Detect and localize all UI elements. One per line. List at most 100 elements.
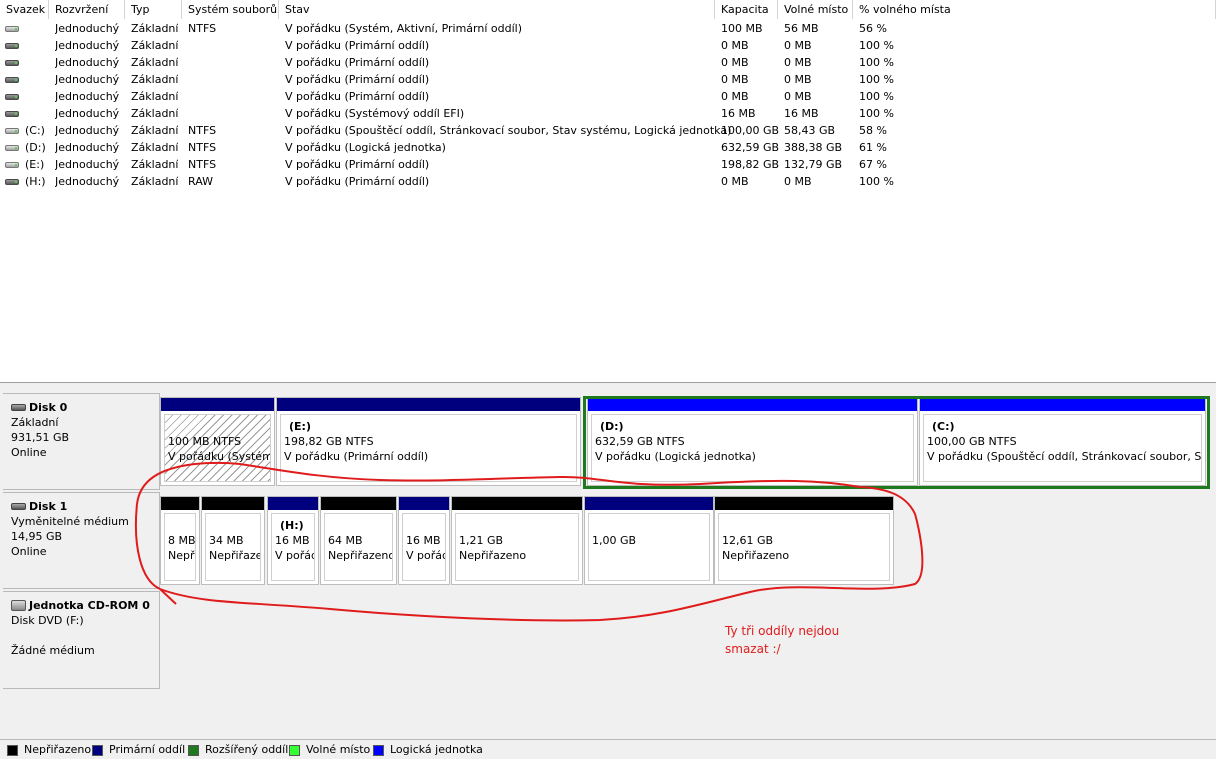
- drive-icon: [5, 60, 19, 66]
- volume-layout: Jednoduchý: [55, 175, 120, 188]
- partition-color-bar: [277, 398, 580, 411]
- partition-color-bar: [268, 497, 318, 510]
- partition-body: 16 MB V pořádku: [402, 513, 446, 581]
- column-header-volume[interactable]: Svazek: [0, 0, 49, 19]
- legend-label: Volné místo: [306, 743, 371, 756]
- partition-color-bar: [715, 497, 893, 510]
- disk-0-label[interactable]: Disk 0 Základní 931,51 GB Online: [3, 393, 160, 490]
- volume-status: V pořádku (Primární oddíl): [285, 73, 430, 86]
- disk-1-label[interactable]: Disk 1 Vyměnitelné médium 14,95 GB Onlin…: [3, 492, 160, 589]
- volume-free: 58,43 GB: [784, 124, 836, 137]
- partition-block[interactable]: 8 MB Nepřiřazeno: [160, 496, 200, 585]
- partition-name: (C:): [932, 420, 955, 433]
- partition-name: [406, 518, 445, 533]
- column-header-filesystem[interactable]: Systém souborů: [182, 0, 279, 19]
- disk-view: Disk 0 Základní 931,51 GB Online 100 MB …: [0, 384, 1216, 739]
- volume-row[interactable]: Jednoduchý Základní V pořádku (Primární od…: [0, 88, 960, 105]
- column-header-free[interactable]: Volné místo: [778, 0, 853, 19]
- partition-color-bar: [321, 497, 396, 510]
- partition-size: 100,00 GB NTFS: [927, 435, 1017, 448]
- column-header-type[interactable]: Typ: [125, 0, 182, 19]
- partition-size: 198,82 GB NTFS: [284, 435, 374, 448]
- partition-name: (D:): [600, 420, 624, 433]
- volume-free-percent: 100 %: [859, 56, 894, 69]
- volume-status: V pořádku (Logická jednotka): [285, 141, 446, 154]
- legend-item: Primární oddíl: [92, 743, 185, 757]
- partition-block[interactable]: 16 MB V pořádku: [398, 496, 450, 585]
- partition-block[interactable]: (H:) 16 MB V pořádku: [267, 496, 319, 585]
- partition-block[interactable]: 1,00 GB: [584, 496, 714, 585]
- volume-free: 0 MB: [784, 56, 812, 69]
- volume-status: V pořádku (Primární oddíl): [285, 90, 430, 103]
- volume-row[interactable]: Jednoduchý Základní NTFS V pořádku (Systém,…: [0, 20, 960, 37]
- volume-row[interactable]: (C:) Jednoduchý Základní NTFS V pořádku (Spo…: [0, 122, 960, 139]
- volume-row[interactable]: Jednoduchý Základní V pořádku (Primární od…: [0, 37, 960, 54]
- drive-icon: [5, 77, 19, 83]
- volume-filesystem: RAW: [188, 175, 213, 188]
- volume-capacity: 632,59 GB: [721, 141, 780, 154]
- volume-row[interactable]: (H:) Jednoduchý Základní RAW V pořádku (Prim…: [0, 173, 960, 190]
- partition-block[interactable]: (C:) 100,00 GB NTFS V pořádku (Spouštěcí o…: [919, 397, 1206, 486]
- volume-type: Základní: [131, 73, 179, 86]
- volume-free-percent: 100 %: [859, 175, 894, 188]
- volume-status: V pořádku (Primární oddíl): [285, 39, 430, 52]
- volume-layout: Jednoduchý: [55, 90, 120, 103]
- partition-size: 16 MB: [406, 534, 441, 547]
- partition-block[interactable]: 1,21 GB Nepřiřazeno: [451, 496, 583, 585]
- partition-color-bar: [161, 398, 274, 411]
- volume-capacity: 16 MB: [721, 107, 756, 120]
- volume-name: (D:): [25, 141, 46, 154]
- volume-row[interactable]: (E:) Jednoduchý Základní NTFS V pořádku (Pri…: [0, 156, 960, 173]
- volume-row[interactable]: Jednoduchý Základní V pořádku (Systémový o…: [0, 105, 960, 122]
- volume-free-percent: 67 %: [859, 158, 887, 171]
- partition-block[interactable]: 12,61 GB Nepřiřazeno: [714, 496, 894, 585]
- partition-status: Nepřiřazeno: [459, 549, 527, 562]
- volume-row[interactable]: Jednoduchý Základní V pořádku (Primární od…: [0, 71, 960, 88]
- partition-status: Nepřiřazeno: [328, 549, 393, 562]
- partition-status: Nepřiřazeno: [722, 549, 790, 562]
- partition-status: V pořádku (Logická jednotka): [595, 450, 756, 463]
- hard-disk-icon: [11, 404, 26, 411]
- partition-body: 1,00 GB: [588, 513, 710, 581]
- partition-body: 34 MB Nepřiřazeno: [205, 513, 261, 581]
- partition-block[interactable]: (E:) 198,82 GB NTFS V pořádku (Primární od…: [276, 397, 581, 486]
- drive-icon-light: [5, 26, 19, 32]
- partition-size: 12,61 GB: [722, 534, 774, 547]
- drive-icon: [5, 43, 19, 49]
- legend-label: Logická jednotka: [390, 743, 483, 756]
- cdrom-spacer: [11, 628, 159, 643]
- volume-type: Základní: [131, 39, 179, 52]
- disk-1-type: Vyměnitelné médium: [11, 515, 129, 528]
- partition-name: [168, 518, 195, 533]
- partition-block[interactable]: (D:) 632,59 GB NTFS V pořádku (Logická jed…: [587, 397, 918, 486]
- volume-row[interactable]: (D:) Jednoduchý Základní NTFS V pořádku (Log…: [0, 139, 960, 156]
- annotation-line-2: smazat :/: [725, 642, 781, 656]
- volume-free-percent: 56 %: [859, 22, 887, 35]
- cdrom-label[interactable]: Jednotka CD-ROM 0 Disk DVD (F:) Žádné mé…: [3, 591, 160, 689]
- column-header-layout[interactable]: Rozvržení: [49, 0, 125, 19]
- legend-swatch: [92, 745, 103, 756]
- volume-layout: Jednoduchý: [55, 141, 120, 154]
- partition-block[interactable]: 100 MB NTFS V pořádku (Systém, Aktivní, P…: [160, 397, 275, 486]
- volume-capacity: 0 MB: [721, 73, 749, 86]
- volume-type: Základní: [131, 158, 179, 171]
- column-header-free-percent[interactable]: % volného místa: [853, 0, 1216, 19]
- volume-capacity: 0 MB: [721, 56, 749, 69]
- partition-body: (D:) 632,59 GB NTFS V pořádku (Logická jed…: [591, 414, 914, 482]
- column-header-capacity[interactable]: Kapacita: [715, 0, 778, 19]
- column-header-status[interactable]: Stav: [279, 0, 715, 19]
- volume-filesystem: NTFS: [188, 22, 217, 35]
- partition-block[interactable]: 34 MB Nepřiřazeno: [201, 496, 265, 585]
- disk-0-type: Základní: [11, 416, 59, 429]
- partition-block[interactable]: 64 MB Nepřiřazeno: [320, 496, 397, 585]
- partition-name: [209, 518, 260, 533]
- volume-status: V pořádku (Primární oddíl): [285, 56, 430, 69]
- partition-size: 100 MB NTFS: [168, 435, 242, 448]
- volume-row[interactable]: Jednoduchý Základní V pořádku (Primární od…: [0, 54, 960, 71]
- partition-status: V pořádku: [406, 549, 445, 562]
- volume-free-percent: 100 %: [859, 107, 894, 120]
- volume-capacity: 198,82 GB: [721, 158, 780, 171]
- partition-body: 8 MB Nepřiřazeno: [164, 513, 196, 581]
- volume-free: 388,38 GB: [784, 141, 843, 154]
- volume-list[interactable]: Svazek Rozvržení Typ Systém souborů Stav…: [0, 0, 1216, 383]
